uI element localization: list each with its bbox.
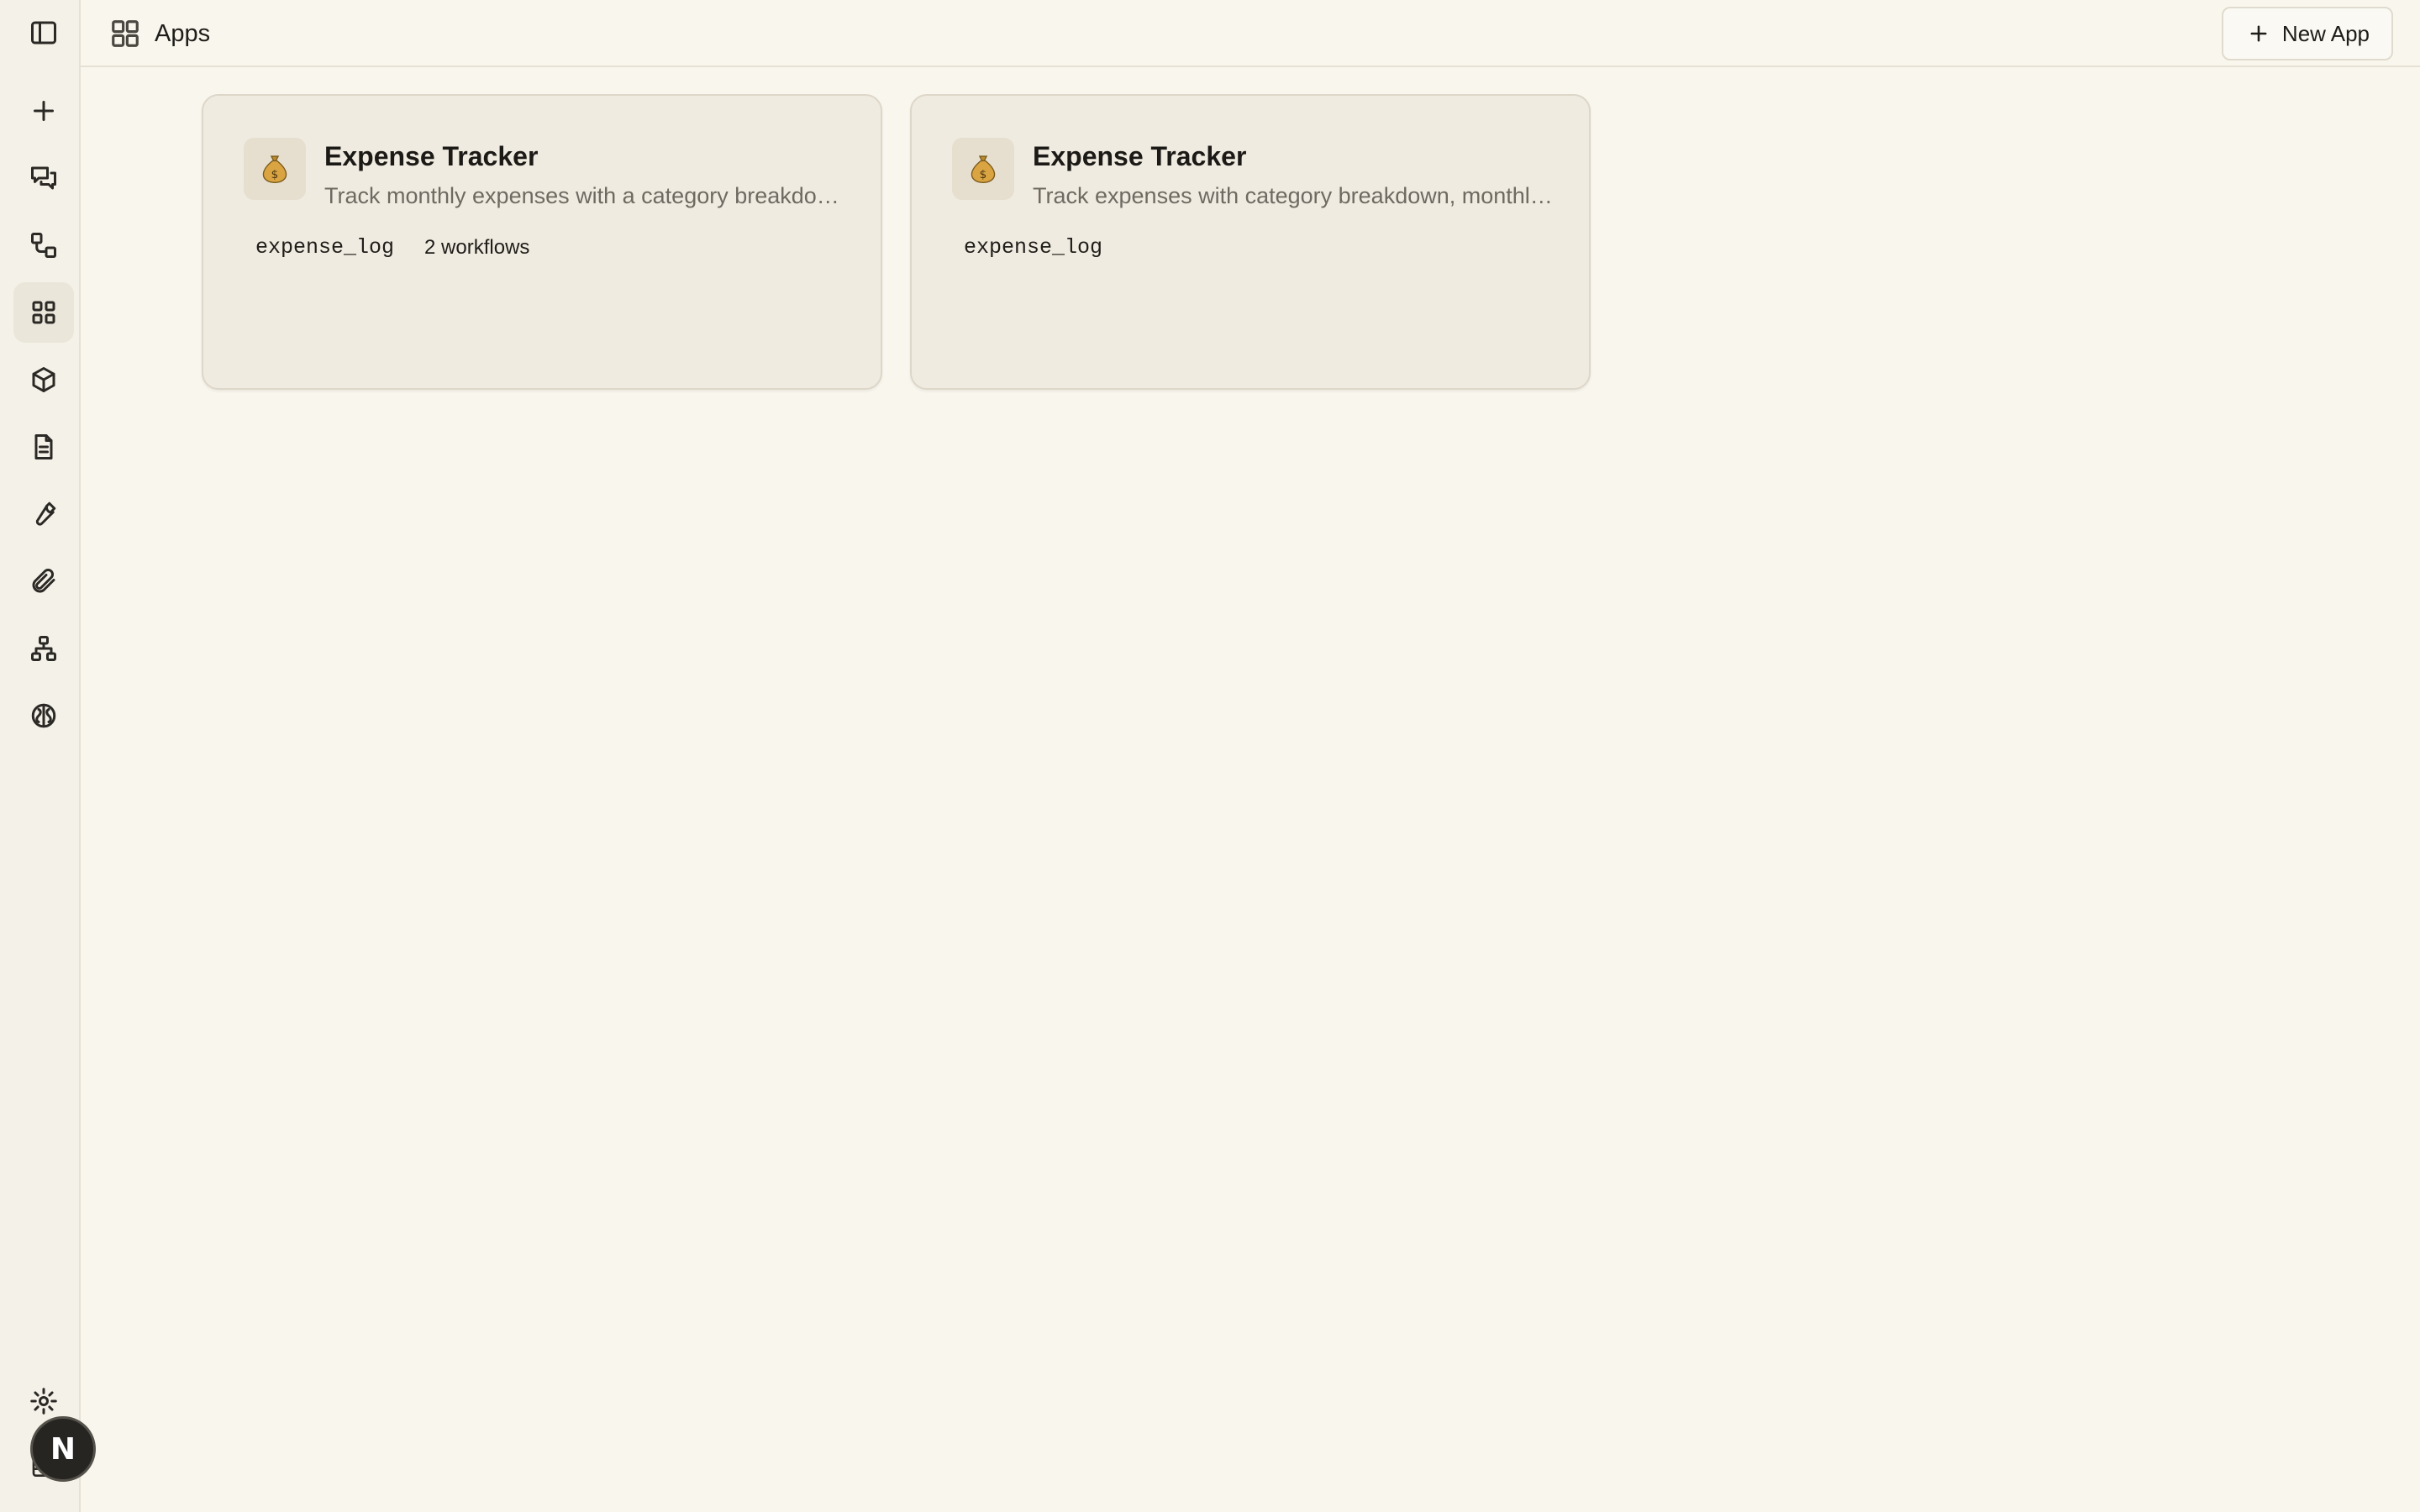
app-card[interactable]: $ Expense Tracker Track monthly expenses… [202,94,882,390]
new-app-button[interactable]: New App [2221,7,2393,60]
brain-icon [31,703,56,728]
page-title: Apps [155,20,211,47]
app-description: Track expenses with category breakdown, … [1033,183,1554,208]
wrench-icon [35,501,56,526]
sidebar-item-workflows[interactable] [13,215,74,276]
gear-icon [30,1388,57,1415]
app-title: Expense Tracker [324,141,539,171]
app-description: Track monthly expenses with a category b… [324,183,845,208]
sidebar-item-network[interactable] [13,618,74,679]
new-app-label: New App [2281,20,2370,46]
sidebar-item-models[interactable] [13,349,74,410]
apps-grid-icon [109,18,141,50]
paperclip-icon [32,568,55,593]
sidebar-item-knowledge[interactable] [13,685,74,746]
sidebar: N [0,0,96,1512]
box-icon [32,367,55,392]
network-icon [31,636,56,661]
app-meta: expense_log [964,235,1102,260]
apps-grid-icon [32,301,55,324]
sidebar-item-documents[interactable] [13,417,74,477]
app-title: Expense Tracker [1033,141,1247,171]
avatar[interactable]: N [30,1416,96,1482]
app-table-tag: expense_log [964,235,1103,260]
sidebar-item-attachments[interactable] [13,551,74,612]
plus-icon [2250,25,2267,42]
sidebar-item-tools[interactable] [13,484,74,544]
sidebar-toggle-button[interactable] [13,3,74,63]
money-bag-icon: $ [952,138,1014,200]
sidebar-new-button[interactable] [13,81,74,141]
app-table-tag: expense_log [255,235,395,260]
top-bar: Apps New App [81,0,2420,67]
svg-text:$: $ [980,168,987,181]
svg-text:$: $ [271,168,279,181]
app-card[interactable]: $ Expense Tracker Track expenses with ca… [910,94,1591,390]
app-meta: expense_log 2 workflows [255,235,529,260]
sidebar-item-apps[interactable] [13,282,74,343]
workflow-icon [31,233,56,258]
chat-icon [31,166,56,190]
document-icon [34,434,53,459]
money-bag-icon: $ [244,138,306,200]
panel-toggle-icon [31,21,56,45]
sidebar-item-chats[interactable] [13,148,74,208]
app-workflow-count: 2 workflows [424,235,530,259]
plus-icon [34,101,54,121]
